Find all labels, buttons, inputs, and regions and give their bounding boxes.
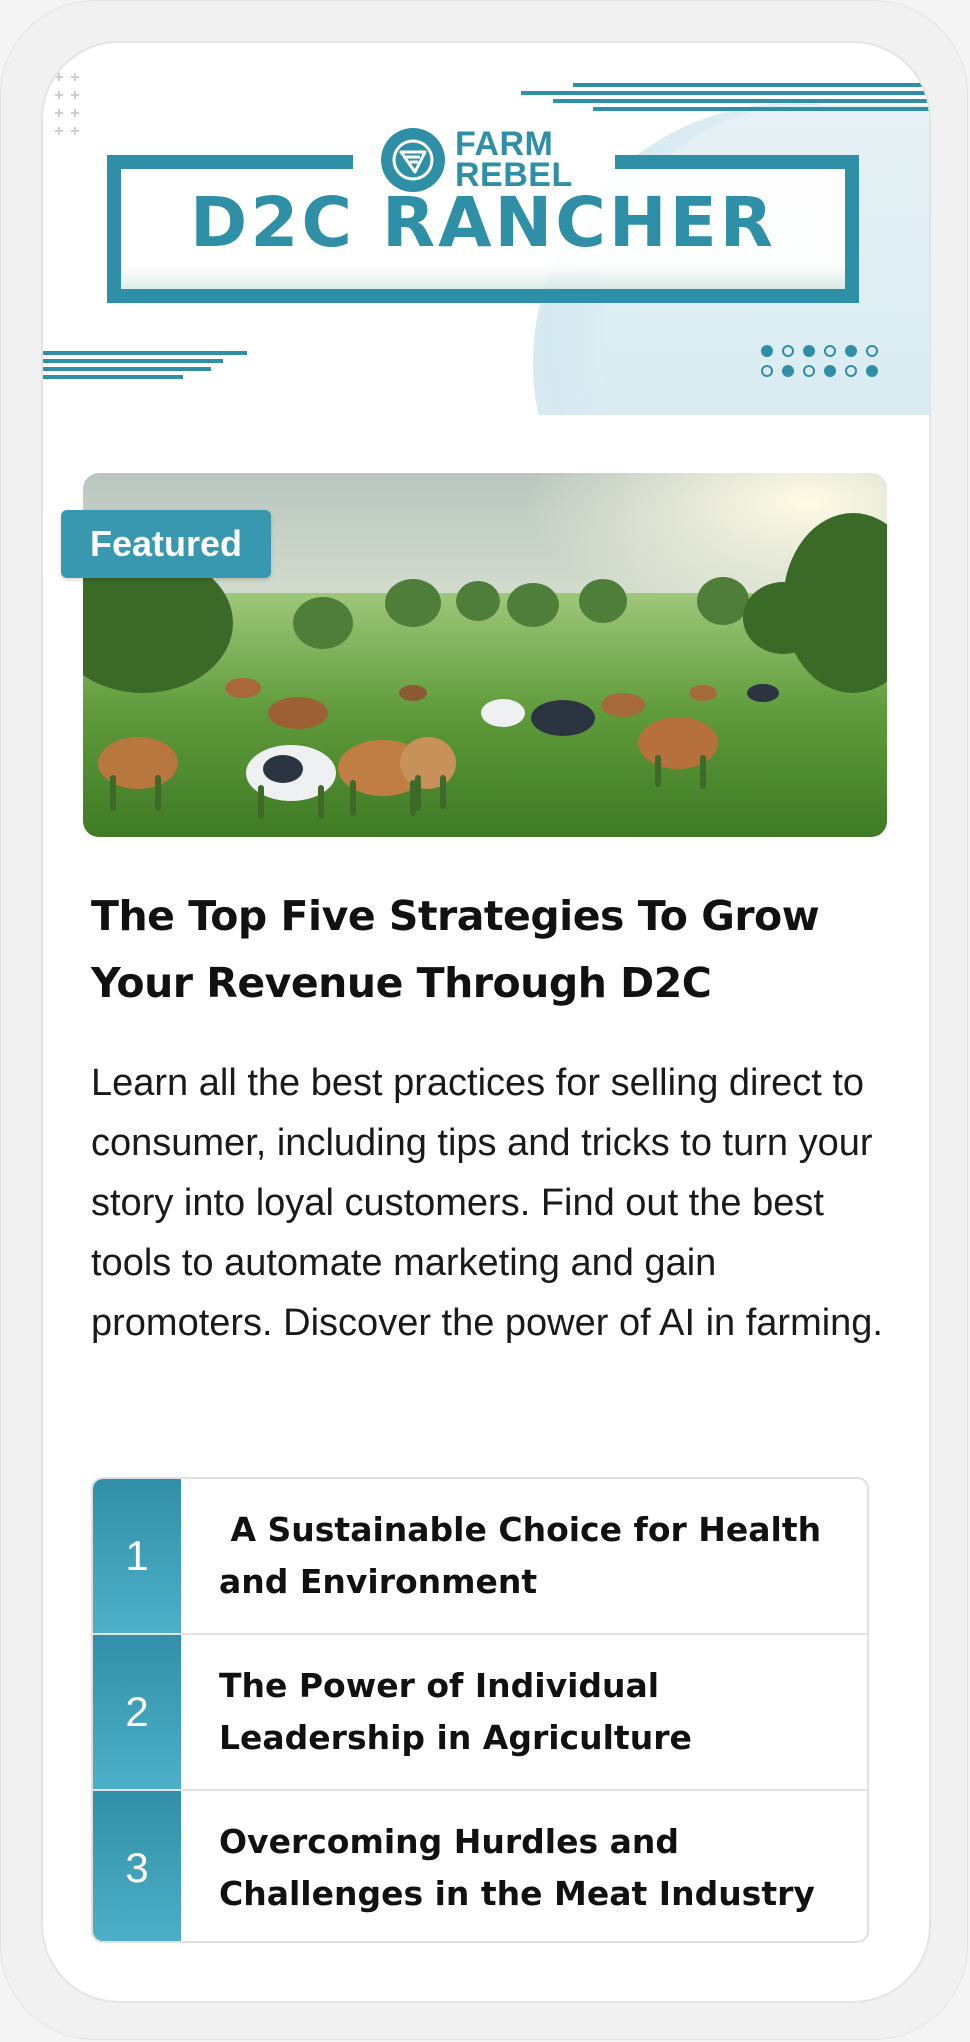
header-banner: FARM REBEL D2C RANCHER	[43, 43, 929, 415]
article-title[interactable]: The Top Five Strategies To Grow Your Rev…	[91, 883, 891, 1017]
list-item[interactable]: 2 The Power of Individual Leadership in …	[93, 1635, 867, 1791]
article-description: Learn all the best practices for selling…	[91, 1062, 883, 1344]
topic-list: 1 A Sustainable Choice for Health and En…	[91, 1477, 869, 1943]
stripes-decoration	[43, 351, 247, 379]
list-item[interactable]: 1 A Sustainable Choice for Health and En…	[93, 1479, 867, 1635]
list-item-number: 3	[93, 1791, 181, 1941]
banner-title: D2C RANCHER	[190, 183, 776, 263]
list-item-number: 1	[93, 1479, 181, 1633]
list-item-label: A Sustainable Choice for Health and Envi…	[219, 1510, 833, 1601]
list-item-number: 2	[93, 1635, 181, 1789]
list-item-label: Overcoming Hurdles and Challenges in the…	[219, 1822, 815, 1913]
phone-frame: FARM REBEL D2C RANCHER Featured The Top …	[0, 0, 968, 2040]
featured-badge: Featured	[61, 510, 271, 578]
dots-decoration	[761, 345, 878, 377]
stripes-decoration	[521, 83, 929, 111]
phone-screen: FARM REBEL D2C RANCHER Featured The Top …	[41, 41, 931, 2003]
crosshatch-decoration	[55, 73, 79, 135]
list-item-label: The Power of Individual Leadership in Ag…	[219, 1666, 692, 1757]
list-item[interactable]: 3 Overcoming Hurdles and Challenges in t…	[93, 1791, 867, 1941]
